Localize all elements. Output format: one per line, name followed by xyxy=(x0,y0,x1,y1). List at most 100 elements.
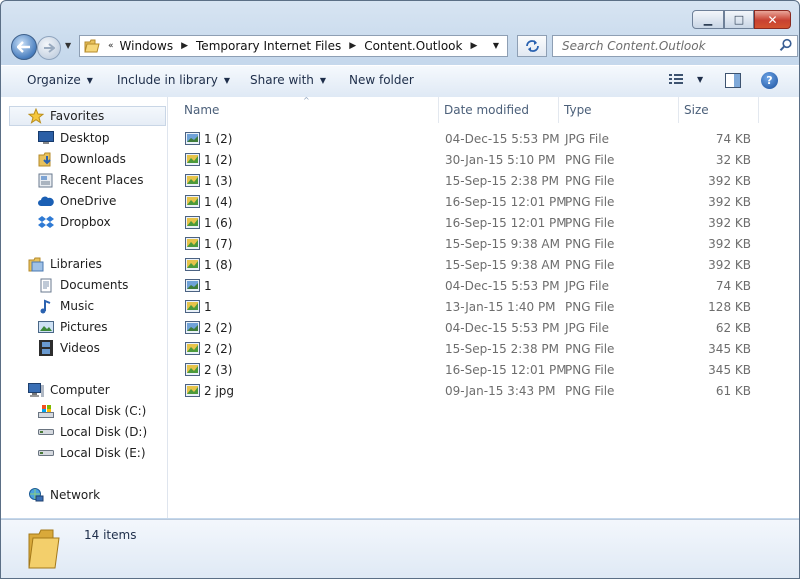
sidebar-item-local-disk-c[interactable]: Local Disk (C:) xyxy=(38,401,146,421)
back-button[interactable] xyxy=(11,34,37,60)
maximize-button[interactable]: □ xyxy=(724,10,754,29)
drive-icon xyxy=(38,445,54,461)
file-type: PNG File xyxy=(565,342,615,356)
documents-icon xyxy=(38,277,54,293)
share-with-button[interactable]: Share with ▼ xyxy=(250,73,326,87)
file-row[interactable]: 1 13-Jan-15 1:40 PM PNG File 128 KB xyxy=(168,297,799,318)
column-header-name-label: Name xyxy=(184,103,220,117)
file-row[interactable]: 1 04-Dec-15 5:53 PM JPG File 74 KB xyxy=(168,276,799,297)
sidebar-item-libraries[interactable]: Libraries xyxy=(28,254,102,274)
sidebar-label-documents: Documents xyxy=(60,278,129,292)
forward-button[interactable] xyxy=(37,36,61,60)
file-date-modified: 15-Sep-15 2:38 PM xyxy=(445,174,559,188)
sidebar-item-local-disk-e[interactable]: Local Disk (E:) xyxy=(38,443,146,463)
image-file-icon xyxy=(185,195,200,208)
recent-places-icon xyxy=(38,172,54,188)
chevron-right-icon[interactable]: ▶ xyxy=(181,41,188,51)
file-row[interactable]: 2 jpg 09-Jan-15 3:43 PM PNG File 61 KB xyxy=(168,381,799,402)
file-row[interactable]: 1 (7) 15-Sep-15 9:38 AM PNG File 392 KB xyxy=(168,234,799,255)
close-button[interactable]: ✕ xyxy=(754,10,791,29)
file-row[interactable]: 1 (3) 15-Sep-15 2:38 PM PNG File 392 KB xyxy=(168,171,799,192)
minimize-button[interactable]: ▁ xyxy=(692,10,724,29)
sidebar-item-dropbox[interactable]: Dropbox xyxy=(38,212,111,232)
column-header-date-modified[interactable]: Date modified xyxy=(439,97,559,123)
file-row[interactable]: 1 (2) 04-Dec-15 5:53 PM JPG File 74 KB xyxy=(168,129,799,150)
caret-down-icon: ▼ xyxy=(223,75,231,85)
sidebar-item-documents[interactable]: Documents xyxy=(38,275,128,295)
file-size: 392 KB xyxy=(708,258,751,272)
sidebar-item-network[interactable]: Network xyxy=(28,485,100,505)
sidebar-item-recent-places[interactable]: Recent Places xyxy=(38,170,143,190)
help-button[interactable]: ? xyxy=(761,72,778,89)
image-file-icon xyxy=(185,363,200,376)
change-view-button[interactable]: ▼ xyxy=(669,73,703,85)
column-header-name[interactable]: Name xyxy=(179,97,439,123)
file-type: PNG File xyxy=(565,363,615,377)
breadcrumb-temporary-internet-files[interactable]: Temporary Internet Files xyxy=(196,39,341,53)
file-name: 2 jpg xyxy=(204,384,235,398)
sidebar-label-local-disk-e: Local Disk (E:) xyxy=(60,446,146,460)
breadcrumb-content-outlook[interactable]: Content.Outlook xyxy=(364,39,462,53)
sidebar-label-local-disk-c: Local Disk (C:) xyxy=(60,404,147,418)
caret-down-icon: ▼ xyxy=(86,75,93,85)
file-name: 1 (7) xyxy=(204,237,233,251)
refresh-button[interactable] xyxy=(517,35,547,57)
share-with-label: Share with xyxy=(250,73,314,87)
file-row[interactable]: 2 (3) 16-Sep-15 12:01 PM PNG File 345 KB xyxy=(168,360,799,381)
folder-icon xyxy=(84,39,100,53)
new-folder-button[interactable]: New folder xyxy=(349,73,414,87)
image-file-icon xyxy=(185,384,200,397)
sidebar-label-downloads: Downloads xyxy=(60,152,126,166)
column-header-size[interactable]: Size xyxy=(679,97,759,123)
maximize-icon: □ xyxy=(733,13,745,26)
sidebar-item-desktop[interactable]: Desktop xyxy=(38,128,110,148)
file-type: JPG File xyxy=(565,321,609,335)
file-row[interactable]: 1 (6) 16-Sep-15 12:01 PM PNG File 392 KB xyxy=(168,213,799,234)
sidebar-item-onedrive[interactable]: OneDrive xyxy=(38,191,116,211)
file-date-modified: 16-Sep-15 12:01 PM xyxy=(445,363,567,377)
recent-pages-dropdown[interactable]: ▼ xyxy=(65,41,71,50)
file-row[interactable]: 1 (2) 30-Jan-15 5:10 PM PNG File 32 KB xyxy=(168,150,799,171)
sidebar-item-videos[interactable]: Videos xyxy=(38,338,100,358)
include-in-library-button[interactable]: Include in library ▼ xyxy=(117,73,230,87)
file-type: PNG File xyxy=(565,384,615,398)
address-bar[interactable]: « Windows ▶ Temporary Internet Files ▶ C… xyxy=(79,35,508,57)
breadcrumb-overflow[interactable]: « xyxy=(108,41,114,51)
details-pane: 14 items xyxy=(1,519,799,578)
navigation-bar: ▼ « Windows ▶ Temporary Internet Files ▶… xyxy=(9,33,798,61)
breadcrumb-windows[interactable]: Windows xyxy=(120,39,174,53)
column-header-type[interactable]: Type xyxy=(559,97,679,123)
file-row[interactable]: 2 (2) 04-Dec-15 5:53 PM JPG File 62 KB xyxy=(168,318,799,339)
sidebar-item-pictures[interactable]: Pictures xyxy=(38,317,108,337)
image-file-icon xyxy=(185,132,200,145)
sidebar-item-computer[interactable]: Computer xyxy=(28,380,110,400)
search-input[interactable] xyxy=(560,38,769,54)
sidebar-item-local-disk-d[interactable]: Local Disk (D:) xyxy=(38,422,147,442)
sidebar-item-music[interactable]: Music xyxy=(38,296,94,316)
file-row[interactable]: 2 (2) 15-Sep-15 2:38 PM PNG File 345 KB xyxy=(168,339,799,360)
chevron-right-icon[interactable]: ▶ xyxy=(349,41,356,51)
arrow-left-icon xyxy=(17,41,30,53)
navigation-pane: Favorites Desktop Downloads Recent Place… xyxy=(1,97,168,518)
file-name: 1 (2) xyxy=(204,132,233,146)
sidebar-item-downloads[interactable]: Downloads xyxy=(38,149,126,169)
file-date-modified: 04-Dec-15 5:53 PM xyxy=(445,279,560,293)
caret-down-icon[interactable]: ▼ xyxy=(697,75,703,84)
search-icon[interactable] xyxy=(779,38,793,52)
file-row[interactable]: 1 (4) 16-Sep-15 12:01 PM PNG File 392 KB xyxy=(168,192,799,213)
sidebar-item-favorites[interactable]: Favorites xyxy=(9,106,166,126)
file-date-modified: 13-Jan-15 1:40 PM xyxy=(445,300,556,314)
file-list: ^ Name Date modified Type Size 1 (2) 04-D… xyxy=(168,96,799,518)
image-file-icon xyxy=(185,216,200,229)
cloud-icon xyxy=(38,193,54,209)
chevron-right-icon[interactable]: ▶ xyxy=(470,41,477,51)
organize-button[interactable]: Organize ▼ xyxy=(27,73,93,87)
file-date-modified: 15-Sep-15 2:38 PM xyxy=(445,342,559,356)
caret-down-icon: ▼ xyxy=(319,75,327,85)
file-row[interactable]: 1 (8) 15-Sep-15 9:38 AM PNG File 392 KB xyxy=(168,255,799,276)
address-dropdown[interactable]: ▼ xyxy=(493,41,499,50)
preview-pane-button[interactable] xyxy=(725,73,741,91)
file-date-modified: 16-Sep-15 12:01 PM xyxy=(445,195,567,209)
new-folder-label: New folder xyxy=(349,73,414,87)
sidebar-label-computer: Computer xyxy=(50,383,110,397)
